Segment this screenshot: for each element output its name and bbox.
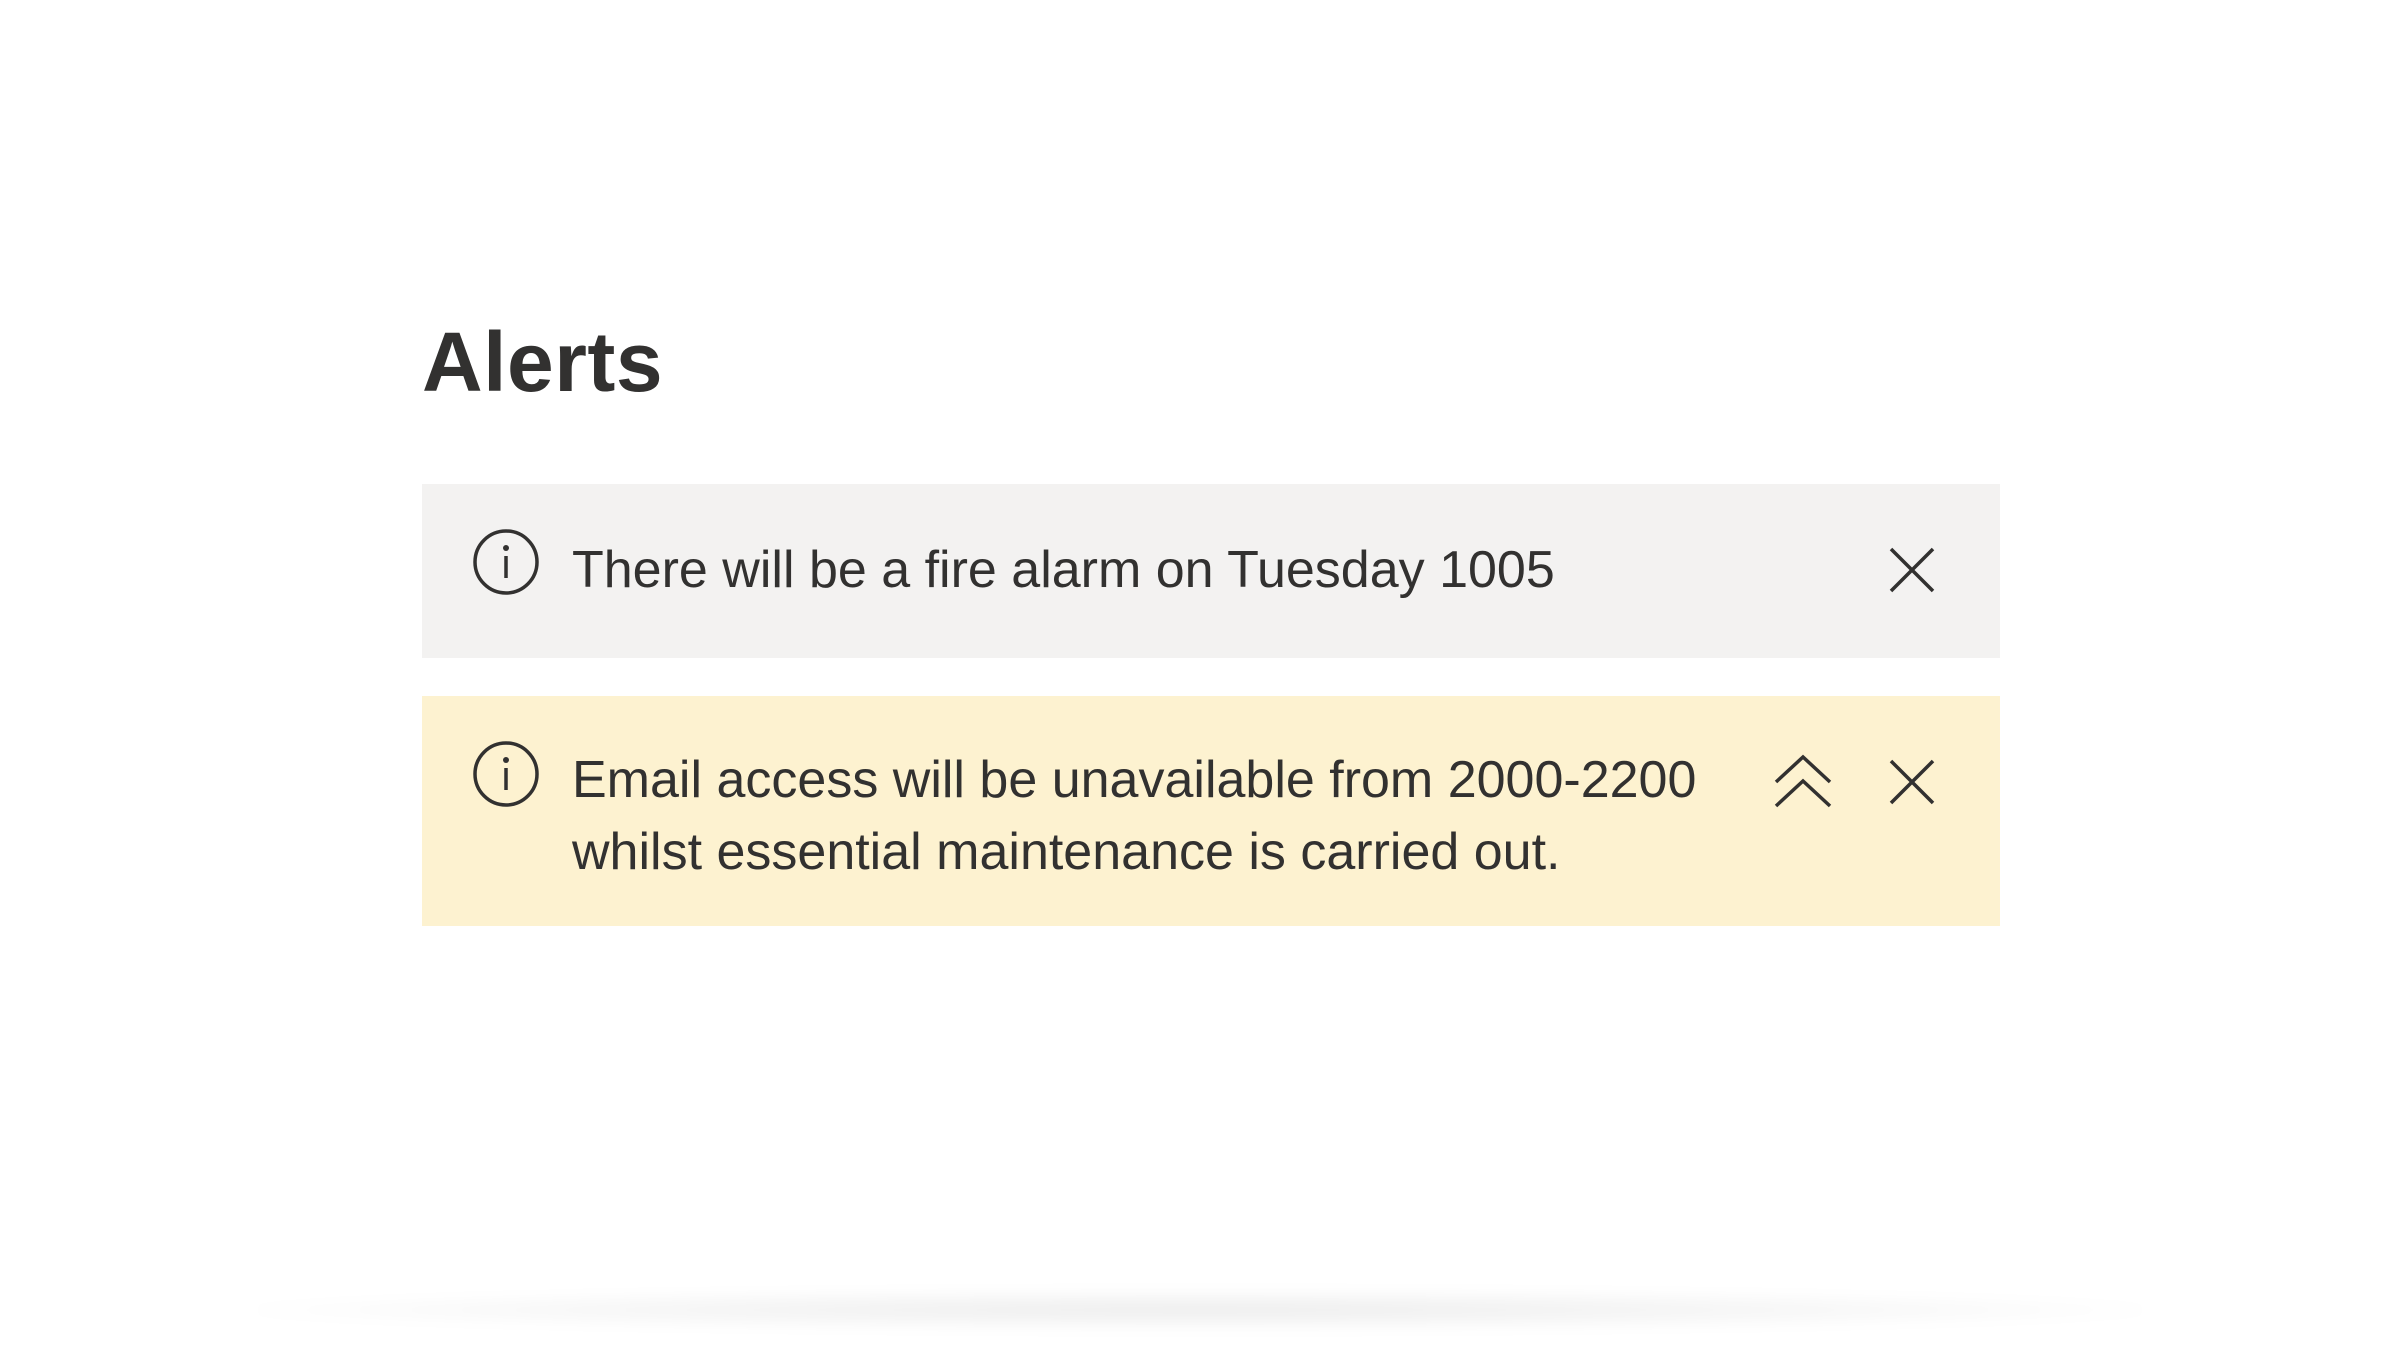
alerts-webpart: Alerts There will be a fire alarm on Tue… [422, 315, 2000, 926]
close-button[interactable] [1876, 534, 1948, 606]
alert-message: Email access will be unavailable from 20… [572, 751, 1697, 881]
alert-info: There will be a fire alarm on Tuesday 10… [422, 484, 2000, 658]
info-circle-icon [472, 528, 540, 596]
close-icon [1889, 547, 1935, 593]
alert-message: There will be a fire alarm on Tuesday 10… [572, 541, 1555, 599]
page-title: Alerts [422, 315, 664, 409]
double-chevron-up-icon [1773, 754, 1833, 810]
page: Alerts There will be a fire alarm on Tue… [0, 0, 2400, 1356]
collapse-button[interactable] [1767, 746, 1839, 818]
close-button[interactable] [1876, 746, 1948, 818]
alert-warning: Email access will be unavailable from 20… [422, 696, 2000, 926]
info-circle-icon [472, 740, 540, 808]
close-icon [1889, 759, 1935, 805]
card-shadow [240, 1290, 2160, 1330]
